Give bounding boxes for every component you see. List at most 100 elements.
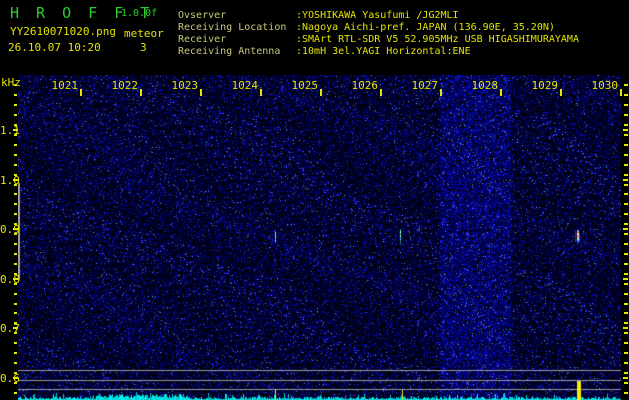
freq-minor-tick-right xyxy=(624,153,628,156)
time-tick xyxy=(380,89,382,96)
time-tick-label: 1022 xyxy=(111,79,139,92)
info-value: :YOSHIKAWA Yasufumi /JG2MLI xyxy=(296,10,459,21)
freq-minor-tick-right xyxy=(624,133,628,136)
freq-major-tick xyxy=(13,277,18,280)
freq-minor-tick-right xyxy=(624,282,628,285)
freq-minor-tick xyxy=(14,292,17,295)
info-label: Receiver xyxy=(178,34,227,45)
observation-datetime: 26.10.07 10:20 xyxy=(8,41,101,54)
freq-minor-tick xyxy=(14,282,17,285)
freq-minor-tick xyxy=(14,223,17,226)
freq-minor-tick xyxy=(14,243,17,246)
time-tick-label: 1028 xyxy=(471,79,499,92)
freq-minor-tick-right xyxy=(624,252,628,255)
freq-minor-tick xyxy=(14,133,17,136)
freq-minor-tick-right xyxy=(624,332,628,335)
info-label: Ovserver xyxy=(178,10,227,21)
freq-minor-tick-right xyxy=(624,243,628,246)
freq-major-tick-right xyxy=(623,129,628,131)
freq-minor-tick-right xyxy=(624,104,628,107)
freq-major-tick-right xyxy=(623,228,628,231)
freq-minor-tick xyxy=(14,312,17,315)
freq-minor-tick-right xyxy=(624,84,628,87)
freq-minor-tick-right xyxy=(624,94,628,97)
freq-minor-tick xyxy=(14,233,17,236)
freq-major-tick xyxy=(13,178,18,181)
time-tick-label: 1026 xyxy=(351,79,379,92)
freq-major-tick xyxy=(13,327,18,330)
time-tick xyxy=(320,89,322,96)
freq-minor-tick xyxy=(14,342,17,345)
freq-minor-tick xyxy=(14,114,17,117)
freq-axis-unit: kHz xyxy=(1,76,21,89)
info-value: :10mH 3el.YAGI Horizontal:ENE xyxy=(296,46,471,57)
freq-minor-tick-right xyxy=(624,203,628,206)
freq-minor-tick xyxy=(14,262,17,265)
app-version: 1.0.0f xyxy=(121,8,158,19)
time-tick xyxy=(560,89,562,96)
freq-minor-tick xyxy=(14,84,17,87)
echo-count: 3 xyxy=(140,41,147,54)
freq-minor-tick-right xyxy=(624,114,628,117)
freq-minor-tick xyxy=(14,332,17,335)
time-tick-label: 1021 xyxy=(51,79,79,92)
freq-minor-tick xyxy=(14,352,17,355)
time-tick-label: 1029 xyxy=(531,79,559,92)
freq-minor-tick-right xyxy=(624,342,628,345)
time-tick xyxy=(140,89,142,96)
freq-minor-tick xyxy=(14,104,17,107)
freq-major-tick-right xyxy=(623,277,628,280)
freq-minor-tick-right xyxy=(624,391,628,394)
time-tick xyxy=(80,89,82,96)
hrofft-window: H R O F F T 1.0.0f YY2610071020.png mete… xyxy=(0,0,629,400)
freq-minor-tick xyxy=(14,371,17,374)
time-tick-label: 1023 xyxy=(171,79,199,92)
freq-minor-tick-right xyxy=(624,302,628,305)
freq-minor-tick-right xyxy=(624,163,628,166)
freq-minor-tick xyxy=(14,381,17,384)
freq-minor-tick-right xyxy=(624,143,628,146)
freq-minor-tick-right xyxy=(624,123,628,126)
freq-major-tick-right xyxy=(623,377,628,379)
freq-minor-tick xyxy=(14,362,17,365)
freq-minor-tick-right xyxy=(624,183,628,186)
freq-minor-tick-right xyxy=(624,292,628,295)
freq-major-tick xyxy=(13,129,18,131)
freq-minor-tick xyxy=(14,94,17,97)
spectrogram-canvas xyxy=(18,75,621,400)
freq-minor-tick xyxy=(14,203,17,206)
freq-minor-tick xyxy=(14,143,17,146)
freq-minor-tick xyxy=(14,173,17,176)
freq-minor-tick xyxy=(14,193,17,196)
freq-minor-tick-right xyxy=(624,322,628,325)
freq-minor-tick xyxy=(14,302,17,305)
mode-label: meteor xyxy=(124,27,164,40)
time-tick xyxy=(200,89,202,96)
time-tick xyxy=(620,89,622,96)
time-tick xyxy=(500,89,502,96)
freq-minor-tick-right xyxy=(624,272,628,275)
freq-minor-tick-right xyxy=(624,233,628,236)
freq-minor-tick-right xyxy=(624,223,628,226)
info-value: :Nagoya Aichi-pref. JAPAN (136.90E, 35.2… xyxy=(296,22,555,33)
freq-major-tick-right xyxy=(623,327,628,330)
time-tick-label: 1027 xyxy=(411,79,439,92)
time-tick-label: 1025 xyxy=(291,79,319,92)
time-tick xyxy=(260,89,262,96)
time-tick-label: 1030 xyxy=(591,79,619,92)
freq-minor-tick xyxy=(14,213,17,216)
freq-minor-tick-right xyxy=(624,213,628,216)
freq-minor-tick xyxy=(14,252,17,255)
freq-major-tick-right xyxy=(623,178,628,181)
freq-minor-tick xyxy=(14,163,17,166)
freq-minor-tick xyxy=(14,322,17,325)
freq-minor-tick-right xyxy=(624,173,628,176)
freq-minor-tick-right xyxy=(624,371,628,374)
time-tick xyxy=(440,89,442,96)
freq-minor-tick-right xyxy=(624,352,628,355)
freq-major-tick xyxy=(13,377,18,379)
info-label: Receiving Antenna xyxy=(178,46,281,57)
info-value: :SMArt RTL-SDR V5 52.905MHz USB HIGASHIM… xyxy=(296,34,579,45)
freq-minor-tick xyxy=(14,153,17,156)
freq-minor-tick xyxy=(14,123,17,126)
